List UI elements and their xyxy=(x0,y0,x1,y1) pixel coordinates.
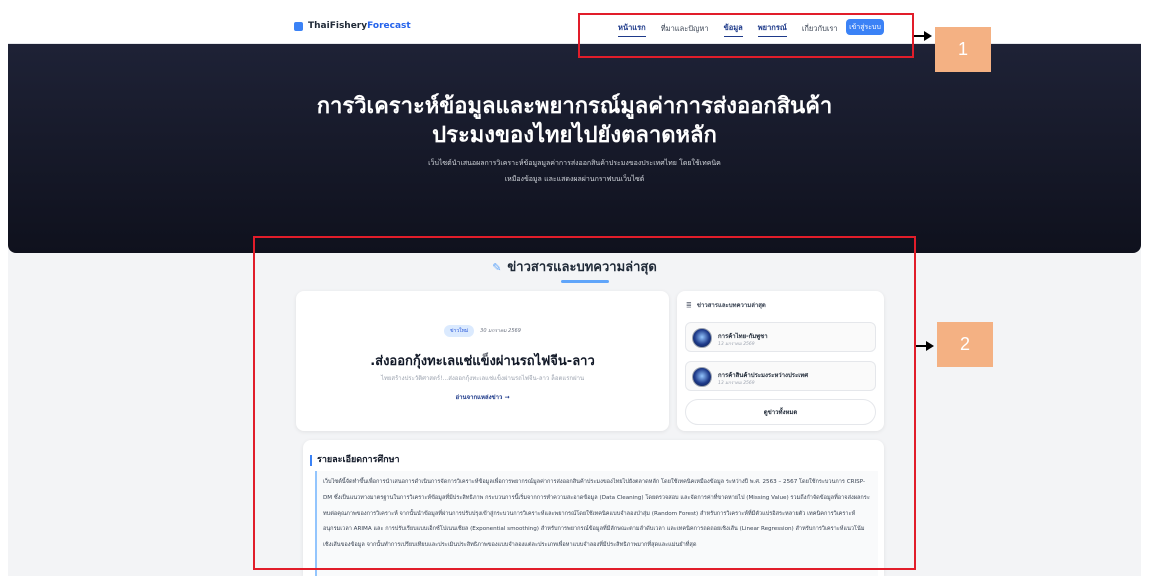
annotation-label-2: 2 xyxy=(937,322,993,367)
hero-title: การวิเคราะห์ข้อมูลและพยากรณ์มูลค่าการส่ง… xyxy=(8,92,1141,150)
hero-subtitle-line-1: เว็บไซต์นำเสนอผลการวิเคราะห์ข้อมูลมูลค่า… xyxy=(428,159,721,167)
brand-name: ThaiFisheryForecast xyxy=(308,21,411,31)
brand-square-icon xyxy=(294,21,303,31)
annotation-box-2 xyxy=(253,236,916,570)
annotation-arrowhead-2 xyxy=(926,341,934,351)
annotation-label-1: 1 xyxy=(935,27,991,72)
hero-subtitle-line-2: เหมืองข้อมูล และแสดงผลผ่านกราฟบนเว็บไซต์ xyxy=(504,175,645,183)
brand-logo[interactable]: ThaiFisheryForecast xyxy=(294,21,411,31)
hero-title-line-1: การวิเคราะห์ข้อมูลและพยากรณ์มูลค่าการส่ง… xyxy=(316,94,833,119)
hero-subtitle: เว็บไซต์นำเสนอผลการวิเคราะห์ข้อมูลมูลค่า… xyxy=(8,155,1141,187)
hero-title-line-2: ประมงของไทยไปยังตลาดหลัก xyxy=(432,123,717,148)
annotation-box-1 xyxy=(578,13,914,58)
annotation-arrowhead-1 xyxy=(924,31,932,41)
hero-banner: การวิเคราะห์ข้อมูลและพยากรณ์มูลค่าการส่ง… xyxy=(8,44,1141,253)
